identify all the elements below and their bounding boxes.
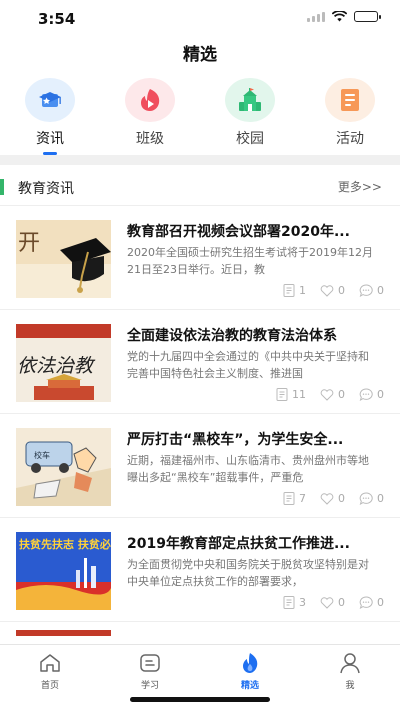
- news-title: 全面建设依法治教的教育法治体系: [127, 328, 337, 344]
- tab-home[interactable]: 首页: [0, 651, 100, 691]
- category-campus[interactable]: 校园: [210, 78, 290, 148]
- news-title: 教育部召开视频会议部署2020年...: [127, 224, 350, 240]
- tab-label: 学习: [140, 681, 159, 691]
- flame-icon: [200, 651, 300, 675]
- thumb-text: 开: [18, 231, 40, 256]
- news-stats: 11 0 0: [266, 388, 384, 401]
- category-class[interactable]: 班级: [110, 78, 190, 148]
- tab-label: 精选: [240, 681, 259, 691]
- news-summary: 党的十九届四中全会通过的《中共中央关于坚持和完善中国特色社会主义制度、推进国: [127, 350, 369, 380]
- news-stats: 3 0 0: [273, 596, 384, 609]
- graduation-cap-icon: [25, 78, 75, 122]
- like-count[interactable]: 0: [320, 388, 345, 401]
- news-thumbnail: 开: [16, 220, 111, 298]
- document-icon: [325, 78, 375, 122]
- category-label: 活动: [336, 131, 364, 147]
- news-stats: 7 0 0: [273, 492, 384, 505]
- news-title: 严厉打击“黑校车”，为学生安全...: [127, 432, 344, 448]
- heart-icon: [320, 388, 334, 401]
- thumb-text: 扶贫先扶志 扶贫必扶智: [19, 537, 111, 551]
- news-title: 2019年教育部定点扶贫工作推进...: [127, 536, 350, 552]
- section-accent-bar: [0, 179, 4, 195]
- news-summary: 为全面贯彻党中央和国务院关于脱贫攻坚特别是对中央单位定点扶贫工作的部署要求，: [127, 558, 369, 588]
- news-summary: 近期，福建福州市、山东临清市、贵州盘州市等地曝出多起“黑校车”超载事件，严重危: [127, 454, 369, 484]
- category-label: 班级: [136, 131, 164, 147]
- category-news[interactable]: 资讯: [10, 78, 90, 155]
- heart-icon: [320, 596, 334, 609]
- read-count: 11: [276, 388, 306, 401]
- wifi-icon: [332, 11, 347, 22]
- status-bar: 3:54: [0, 0, 400, 36]
- read-count: 1: [283, 284, 306, 297]
- study-icon: [100, 651, 200, 675]
- tab-me[interactable]: 我: [300, 651, 400, 691]
- more-link[interactable]: 更多>>: [338, 178, 382, 195]
- news-summary: 2020年全国硕士研究生招生考试将于2019年12月21日至23日举行。近日，教: [127, 246, 373, 276]
- section-header: 教育资讯 更多>>: [0, 172, 400, 204]
- news-item[interactable]: 扶贫先扶志 扶贫必扶智 2019年教育部定点扶贫工作推进... 为全面贯彻党中央…: [0, 518, 400, 622]
- home-indicator: [130, 697, 270, 702]
- read-count: 3: [283, 596, 306, 609]
- comment-count[interactable]: 0: [359, 388, 384, 401]
- tab-label: 首页: [40, 681, 59, 691]
- read-count: 7: [283, 492, 306, 505]
- news-thumbnail: [16, 630, 111, 636]
- comment-count[interactable]: 0: [359, 492, 384, 505]
- tab-featured[interactable]: 精选: [200, 651, 300, 691]
- category-nav: 资讯 班级 校园 活动: [0, 78, 400, 155]
- news-item[interactable]: 校车 严厉打击“黑校车”，为学生安全... 近期，福建福州市、山东临清市、贵州盘…: [0, 414, 400, 518]
- document-icon: [283, 284, 295, 297]
- page-title: 精选: [183, 45, 217, 65]
- news-thumbnail: 依法治教: [16, 324, 111, 402]
- battery-icon: [354, 11, 381, 22]
- document-icon: [276, 388, 288, 401]
- category-activity[interactable]: 活动: [310, 78, 390, 148]
- like-count[interactable]: 0: [320, 284, 345, 297]
- play-icon: [125, 78, 175, 122]
- comment-count[interactable]: 0: [359, 596, 384, 609]
- home-icon: [0, 651, 100, 675]
- status-time: 3:54: [38, 10, 76, 28]
- signal-icon: [307, 11, 325, 22]
- section-title: 教育资讯: [18, 181, 74, 197]
- comment-icon: [359, 492, 373, 505]
- user-icon: [300, 651, 400, 675]
- document-icon: [283, 596, 295, 609]
- news-thumbnail: 扶贫先扶志 扶贫必扶智: [16, 532, 111, 610]
- comment-icon: [359, 284, 373, 297]
- thumb-text: 校车: [34, 450, 50, 460]
- news-stats: 1 0 0: [273, 284, 384, 297]
- section-divider: [0, 155, 400, 165]
- school-building-icon: [225, 78, 275, 122]
- thumb-text: 依法治教: [17, 355, 96, 377]
- document-icon: [283, 492, 295, 505]
- like-count[interactable]: 0: [320, 492, 345, 505]
- news-list: 开 教育部召开视频会议部署2020年... 2020年全国硕士研究生招生考试将于…: [0, 206, 400, 636]
- category-label: 校园: [236, 131, 264, 147]
- heart-icon: [320, 284, 334, 297]
- comment-icon: [359, 388, 373, 401]
- status-icons: [307, 11, 381, 22]
- news-item[interactable]: 开 教育部召开视频会议部署2020年... 2020年全国硕士研究生招生考试将于…: [0, 206, 400, 310]
- news-thumbnail: 校车: [16, 428, 111, 506]
- comment-count[interactable]: 0: [359, 284, 384, 297]
- comment-icon: [359, 596, 373, 609]
- news-item[interactable]: 依法治教 全面建设依法治教的教育法治体系 党的十九届四中全会通过的《中共中央关于…: [0, 310, 400, 414]
- category-label: 资讯: [36, 131, 64, 147]
- like-count[interactable]: 0: [320, 596, 345, 609]
- news-item-partial: [0, 622, 400, 636]
- tab-study[interactable]: 学习: [100, 651, 200, 691]
- tab-label: 我: [345, 681, 355, 691]
- heart-icon: [320, 492, 334, 505]
